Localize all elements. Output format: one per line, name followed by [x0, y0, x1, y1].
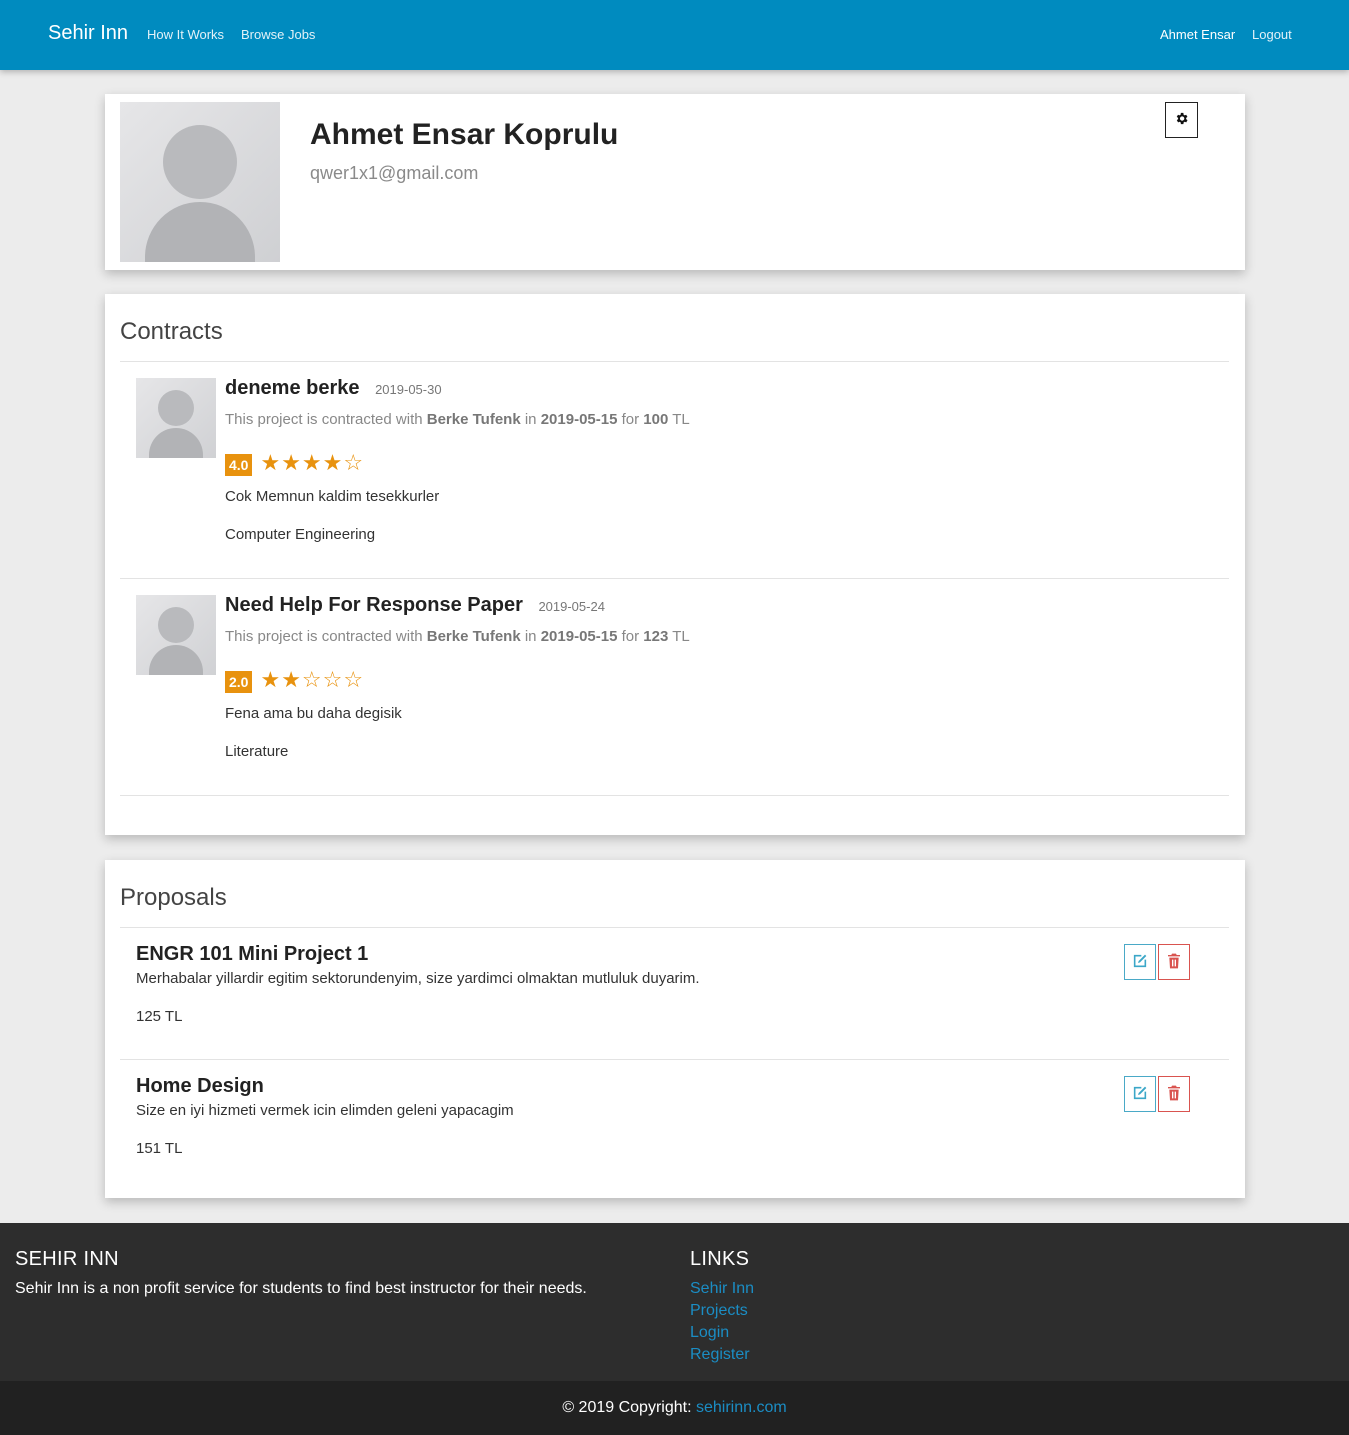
contract-date: 2019-05-24	[538, 599, 605, 614]
contract-amount: 123	[643, 628, 669, 645]
gear-icon	[1174, 111, 1189, 129]
brand-link[interactable]: Sehir Inn	[48, 22, 128, 45]
footer: SEHIR INN Sehir Inn is a non profit serv…	[0, 1223, 1349, 1381]
proposal-price: 151 TL	[136, 1140, 183, 1157]
delete-proposal-button[interactable]	[1158, 1076, 1190, 1112]
nav-logout[interactable]: Logout	[1252, 27, 1292, 42]
divider	[120, 578, 1229, 579]
delete-proposal-button[interactable]	[1158, 944, 1190, 980]
contract-meta: This project is contracted with Berke Tu…	[225, 628, 690, 645]
footer-about-text: Sehir Inn is a non profit service for st…	[15, 1280, 587, 1297]
proposal-title[interactable]: Home Design	[136, 1075, 264, 1098]
contract-meta-for: for	[621, 411, 640, 428]
proposals-card: Proposals ENGR 101 Mini Project 1 Merhab…	[105, 860, 1245, 1198]
contract-title: deneme berke 2019-05-30	[225, 377, 442, 400]
rating-badge: 2.0	[225, 671, 253, 693]
contract-category: Literature	[225, 743, 289, 760]
contract-title-text[interactable]: deneme berke	[225, 377, 360, 399]
edit-proposal-button[interactable]	[1124, 1076, 1156, 1112]
footer-link-login[interactable]: Login	[690, 1324, 729, 1342]
contract-comment: Cok Memnun kaldim tesekkurler	[225, 488, 440, 505]
avatar-head-shape	[163, 125, 237, 199]
avatar-head-shape	[158, 390, 194, 426]
contract-amount: 100	[643, 411, 669, 428]
footer-link-projects[interactable]: Projects	[690, 1302, 748, 1320]
copyright-bar: © 2019 Copyright: sehirinn.com	[0, 1381, 1349, 1435]
nav-how-it-works[interactable]: How It Works	[147, 27, 224, 42]
profile-card: Ahmet Ensar Koprulu qwer1x1@gmail.com	[105, 94, 1245, 270]
contract-avatar	[136, 378, 216, 458]
edit-icon	[1132, 953, 1148, 972]
footer-link-sehir-inn[interactable]: Sehir Inn	[690, 1280, 754, 1298]
profile-name: Ahmet Ensar Koprulu	[310, 118, 619, 151]
rating-badge: 4.0	[225, 454, 253, 476]
contract-meta-in: in	[524, 628, 537, 645]
divider	[120, 927, 1229, 928]
contract-person: Berke Tufenk	[426, 411, 521, 428]
contract-comment: Fena ama bu daha degisik	[225, 705, 402, 722]
copyright-link[interactable]: sehirinn.com	[696, 1399, 787, 1416]
avatar-body-shape	[149, 428, 203, 458]
footer-about-heading: SEHIR INN	[15, 1248, 119, 1270]
contract-start-date: 2019-05-15	[540, 411, 618, 428]
contract-category: Computer Engineering	[225, 526, 376, 543]
contract-date: 2019-05-30	[375, 382, 442, 397]
contract-person: Berke Tufenk	[426, 628, 521, 645]
edit-icon	[1132, 1085, 1148, 1104]
trash-icon	[1167, 1085, 1181, 1104]
contract-meta-prefix: This project is contracted with	[225, 411, 423, 428]
profile-email: qwer1x1@gmail.com	[310, 163, 479, 183]
contracts-heading: Contracts	[120, 318, 223, 345]
avatar-body-shape	[145, 202, 255, 262]
star-rating-icon: ★★★★☆	[260, 450, 365, 476]
contract-meta-prefix: This project is contracted with	[225, 628, 423, 645]
contracts-card: Contracts deneme berke 2019-05-30 This p…	[105, 294, 1245, 835]
navbar: Sehir Inn How It Works Browse Jobs Ahmet…	[0, 0, 1349, 70]
edit-proposal-button[interactable]	[1124, 944, 1156, 980]
contract-avatar	[136, 595, 216, 675]
profile-avatar	[120, 102, 280, 262]
nav-browse-jobs[interactable]: Browse Jobs	[241, 27, 315, 42]
proposals-heading: Proposals	[120, 884, 227, 911]
proposal-title[interactable]: ENGR 101 Mini Project 1	[136, 943, 368, 966]
contract-currency: TL	[672, 411, 690, 428]
proposal-description: Merhabalar yillardir egitim sektorundeny…	[136, 970, 700, 987]
star-rating-icon: ★★☆☆☆	[260, 667, 365, 693]
footer-links-heading: LINKS	[690, 1248, 750, 1270]
contract-title: Need Help For Response Paper 2019-05-24	[225, 594, 605, 617]
divider	[120, 361, 1229, 362]
contract-currency: TL	[672, 628, 690, 645]
avatar-body-shape	[149, 645, 203, 675]
copyright-text: © 2019 Copyright:	[562, 1399, 692, 1416]
contract-meta-for: for	[621, 628, 640, 645]
proposal-price: 125 TL	[136, 1008, 183, 1025]
proposal-description: Size en iyi hizmeti vermek icin elimden …	[136, 1102, 514, 1119]
contract-meta-in: in	[524, 411, 537, 428]
footer-link-register[interactable]: Register	[690, 1346, 750, 1364]
contract-start-date: 2019-05-15	[540, 628, 618, 645]
nav-user[interactable]: Ahmet Ensar	[1160, 27, 1235, 42]
contract-meta: This project is contracted with Berke Tu…	[225, 411, 690, 428]
divider	[120, 1059, 1229, 1060]
contract-title-text[interactable]: Need Help For Response Paper	[225, 594, 523, 616]
rating-row: 4.0 ★★★★☆	[225, 450, 364, 476]
divider	[120, 795, 1229, 796]
avatar-head-shape	[158, 607, 194, 643]
trash-icon	[1167, 953, 1181, 972]
settings-button[interactable]	[1165, 102, 1198, 138]
rating-row: 2.0 ★★☆☆☆	[225, 667, 364, 693]
